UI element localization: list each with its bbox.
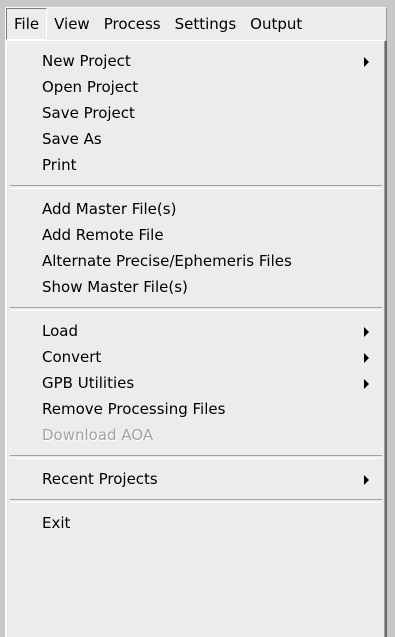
menu-item-alternate-precise-ephemeris-files[interactable]: Alternate Precise/Ephemeris Files [7, 248, 385, 274]
menu-separator [10, 307, 382, 311]
menu-item-label: Recent Projects [42, 470, 158, 488]
menu-bar: File View Process Settings Output [5, 7, 387, 40]
file-dropdown-menu: New Project Open Project Save Project Sa… [5, 40, 387, 637]
menu-item-recent-projects[interactable]: Recent Projects [7, 466, 385, 492]
menu-item-label: GPB Utilities [42, 374, 135, 392]
menu-item-open-project[interactable]: Open Project [7, 74, 385, 100]
menu-item-label: Convert [42, 348, 102, 366]
menu-item-label: Alternate Precise/Ephemeris Files [42, 252, 292, 270]
submenu-arrow-icon [364, 57, 369, 67]
menu-output[interactable]: Output [243, 8, 309, 40]
menu-item-exit[interactable]: Exit [7, 510, 385, 536]
menu-item-gpb-utilities[interactable]: GPB Utilities [7, 370, 385, 396]
menu-item-load[interactable]: Load [7, 318, 385, 344]
menu-item-label: Exit [42, 514, 71, 532]
menu-item-label: Add Remote File [42, 226, 164, 244]
menu-view[interactable]: View [47, 8, 97, 40]
menu-item-convert[interactable]: Convert [7, 344, 385, 370]
menu-item-label: Save Project [42, 104, 135, 122]
menu-item-label: Show Master File(s) [42, 278, 188, 296]
menu-item-label: New Project [42, 52, 131, 70]
menu-item-label: Print [42, 156, 77, 174]
menu-item-new-project[interactable]: New Project [7, 48, 385, 74]
menu-item-add-master-files[interactable]: Add Master File(s) [7, 196, 385, 222]
menu-process[interactable]: Process [97, 8, 168, 40]
menu-item-save-project[interactable]: Save Project [7, 100, 385, 126]
menu-item-label: Download AOA [42, 426, 154, 444]
menu-item-label: Save As [42, 130, 102, 148]
submenu-arrow-icon [364, 475, 369, 485]
submenu-arrow-icon [364, 353, 369, 363]
menu-separator [10, 185, 382, 189]
menu-file[interactable]: File [6, 8, 48, 40]
menu-item-download-aoa: Download AOA [7, 422, 385, 448]
menu-item-save-as[interactable]: Save As [7, 126, 385, 152]
menu-item-show-master-files[interactable]: Show Master File(s) [7, 274, 385, 300]
menu-item-remove-processing-files[interactable]: Remove Processing Files [7, 396, 385, 422]
menu-item-label: Remove Processing Files [42, 400, 226, 418]
menu-separator [10, 499, 382, 503]
menu-item-label: Open Project [42, 78, 139, 96]
submenu-arrow-icon [364, 379, 369, 389]
menu-settings[interactable]: Settings [168, 8, 244, 40]
menu-item-print[interactable]: Print [7, 152, 385, 178]
menu-separator [10, 455, 382, 459]
submenu-arrow-icon [364, 327, 369, 337]
menu-item-add-remote-file[interactable]: Add Remote File [7, 222, 385, 248]
menu-item-label: Add Master File(s) [42, 200, 177, 218]
menu-item-label: Load [42, 322, 78, 340]
